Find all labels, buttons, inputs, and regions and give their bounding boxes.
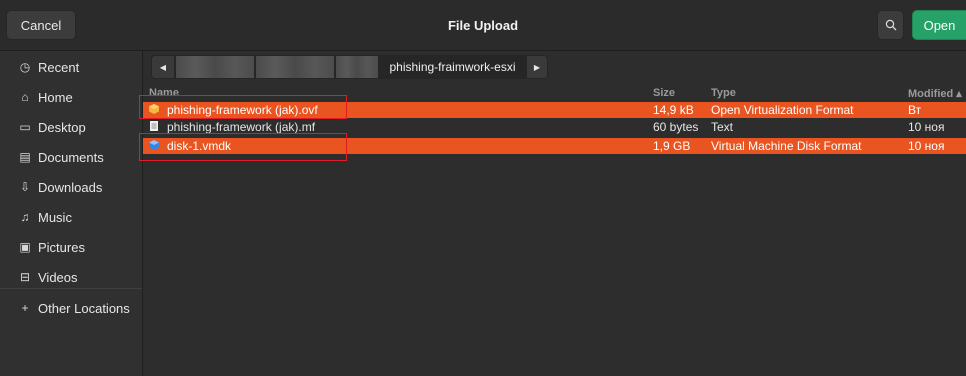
disk-image-icon xyxy=(149,140,159,150)
file-size: 1,9 GB xyxy=(653,139,691,153)
sidebar-item-label: Videos xyxy=(38,269,78,285)
sidebar-divider xyxy=(0,288,142,289)
download-icon: ⇩ xyxy=(19,180,31,194)
path-scroll-right-button[interactable]: ▶ xyxy=(526,55,548,79)
sidebar-item-other-locations[interactable]: + Other Locations xyxy=(0,293,142,323)
places-sidebar: ◷ Recent ⌂ Home ▭ Desktop ▤ Documents ⇩ … xyxy=(0,51,143,376)
desktop-icon: ▭ xyxy=(19,120,31,134)
file-name: phishing-framework (jak).ovf xyxy=(167,103,318,117)
plus-icon: + xyxy=(21,301,29,315)
path-segment-redacted[interactable] xyxy=(255,55,335,79)
header-bar: Cancel File Upload Open xyxy=(0,0,966,51)
triangle-left-icon: ◀ xyxy=(159,62,167,72)
path-bar: ◀ phishing-fraimwork-esxi ▶ xyxy=(151,55,548,79)
sidebar-item-label: Documents xyxy=(38,149,104,165)
search-button[interactable] xyxy=(877,10,904,40)
file-row[interactable]: disk-1.vmdk 1,9 GB Virtual Machine Disk … xyxy=(143,138,966,154)
file-type: Virtual Machine Disk Format xyxy=(711,139,862,153)
triangle-right-icon: ▶ xyxy=(533,62,541,72)
path-segment-redacted[interactable] xyxy=(335,55,379,79)
videos-icon: ⊟ xyxy=(19,270,31,284)
sidebar-item-label: Downloads xyxy=(38,179,103,195)
path-scroll-left-button[interactable]: ◀ xyxy=(151,55,175,79)
sidebar-item-label: Other Locations xyxy=(38,300,130,316)
file-row[interactable]: phishing-framework (jak).mf 60 bytes Tex… xyxy=(143,119,966,135)
column-header-name[interactable]: Name xyxy=(149,87,179,99)
sidebar-item-label: Recent xyxy=(38,59,80,75)
path-segment-current[interactable]: phishing-fraimwork-esxi xyxy=(379,55,526,79)
clock-icon: ◷ xyxy=(19,60,31,74)
cancel-button[interactable]: Cancel xyxy=(6,10,76,40)
open-button[interactable]: Open xyxy=(912,10,966,40)
search-icon xyxy=(885,19,896,31)
text-file-icon xyxy=(150,121,158,131)
dialog-title: File Upload xyxy=(447,17,519,33)
sidebar-item-desktop[interactable]: ▭ Desktop xyxy=(0,112,142,142)
file-name: disk-1.vmdk xyxy=(167,139,232,153)
sidebar-item-pictures[interactable]: ▣ Pictures xyxy=(0,232,142,262)
home-icon: ⌂ xyxy=(21,90,29,104)
file-type: Open Virtualization Format xyxy=(711,103,854,117)
music-icon: ♫ xyxy=(20,210,30,224)
sidebar-item-documents[interactable]: ▤ Documents xyxy=(0,142,142,172)
sidebar-item-label: Home xyxy=(38,89,73,105)
column-header-type[interactable]: Type xyxy=(711,87,736,99)
package-icon xyxy=(149,104,159,114)
pictures-icon: ▣ xyxy=(19,240,31,254)
file-type: Text xyxy=(711,120,734,134)
file-browser: ◀ phishing-fraimwork-esxi ▶ Name Size Ty… xyxy=(143,51,966,376)
file-modified: Вт xyxy=(908,103,922,117)
sidebar-item-label: Music xyxy=(38,209,72,225)
file-size: 60 bytes xyxy=(653,120,699,134)
path-segment-redacted[interactable] xyxy=(175,55,255,79)
column-header-modified-label: Modified xyxy=(908,88,954,100)
file-modified: 10 ноя xyxy=(908,120,945,134)
file-row[interactable]: phishing-framework (jak).ovf 14,9 kB Ope… xyxy=(143,102,966,118)
documents-icon: ▤ xyxy=(19,150,31,164)
sidebar-item-home[interactable]: ⌂ Home xyxy=(0,82,142,112)
column-header-size[interactable]: Size xyxy=(653,87,675,99)
sidebar-item-music[interactable]: ♫ Music xyxy=(0,202,142,232)
file-size: 14,9 kB xyxy=(653,103,694,117)
sidebar-item-label: Desktop xyxy=(38,119,86,135)
sidebar-item-label: Pictures xyxy=(38,239,85,255)
file-modified: 10 ноя xyxy=(908,139,945,153)
column-header-modified[interactable]: Modified ▴ xyxy=(908,87,966,100)
sidebar-item-downloads[interactable]: ⇩ Downloads xyxy=(0,172,142,202)
sidebar-item-recent[interactable]: ◷ Recent xyxy=(0,52,142,82)
file-name: phishing-framework (jak).mf xyxy=(167,120,316,134)
